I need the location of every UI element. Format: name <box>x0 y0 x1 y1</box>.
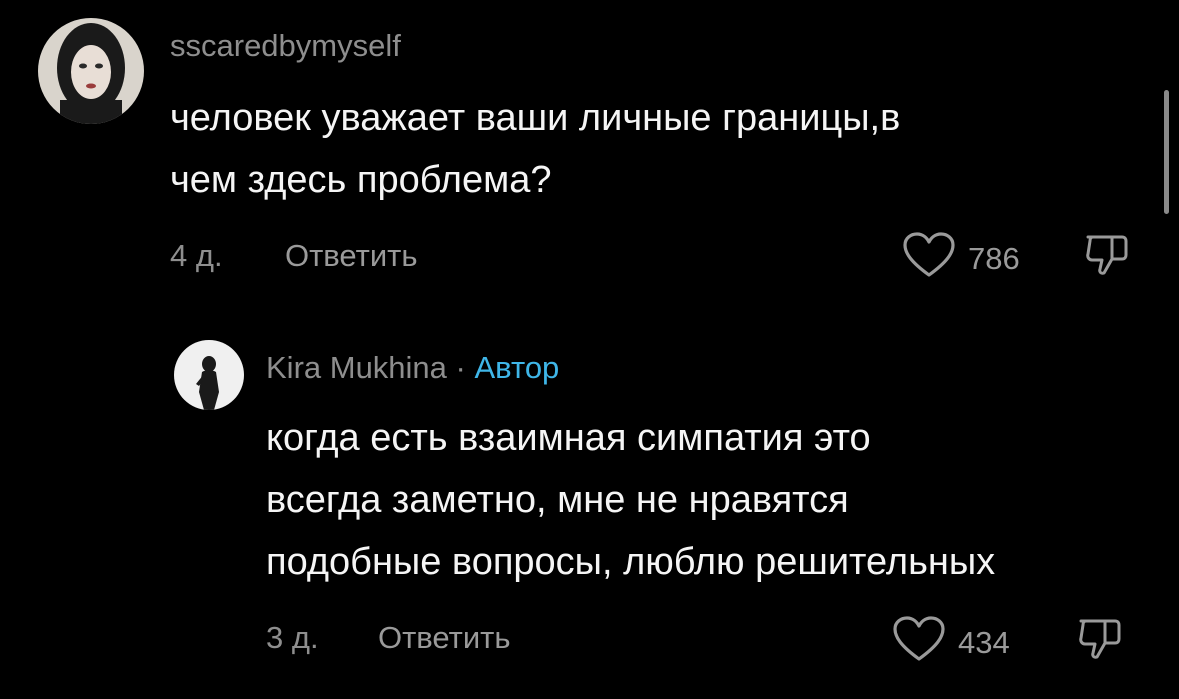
dislike-button[interactable] <box>1075 613 1125 668</box>
avatar[interactable] <box>174 340 244 410</box>
reply-text: когда есть взаимная симпатия это всегда … <box>266 417 996 583</box>
reply-timestamp: 3 д. <box>266 620 319 655</box>
reply-comment: Kira Mukhina · Автор когда есть взаимная… <box>0 330 1179 699</box>
thumbs-down-icon <box>1082 235 1132 283</box>
like-count: 434 <box>958 625 1010 660</box>
comment-text: человек уважает ваши личные границы,в че… <box>170 97 901 201</box>
reply-button[interactable]: Ответить <box>378 620 511 656</box>
reply-username[interactable]: Kira Mukhina <box>266 350 447 385</box>
like-button[interactable]: 434 <box>892 616 1010 670</box>
scrollbar[interactable] <box>1164 90 1169 214</box>
thumbs-down-icon <box>1075 619 1125 667</box>
dislike-button[interactable] <box>1082 229 1132 284</box>
comment: sscaredbymyself человек уважает ваши лич… <box>0 0 1179 300</box>
separator: · <box>455 350 466 385</box>
heart-icon <box>892 616 946 670</box>
like-count: 786 <box>968 241 1020 276</box>
avatar[interactable] <box>38 18 144 124</box>
author-badge: Автор <box>474 350 560 385</box>
reply-header: Kira Mukhina · Автор <box>266 350 559 386</box>
comment-timestamp: 4 д. <box>170 238 223 273</box>
comment-username[interactable]: sscaredbymyself <box>170 28 401 64</box>
heart-icon <box>902 232 956 286</box>
like-button[interactable]: 786 <box>902 232 1020 286</box>
reply-button[interactable]: Ответить <box>285 238 418 274</box>
